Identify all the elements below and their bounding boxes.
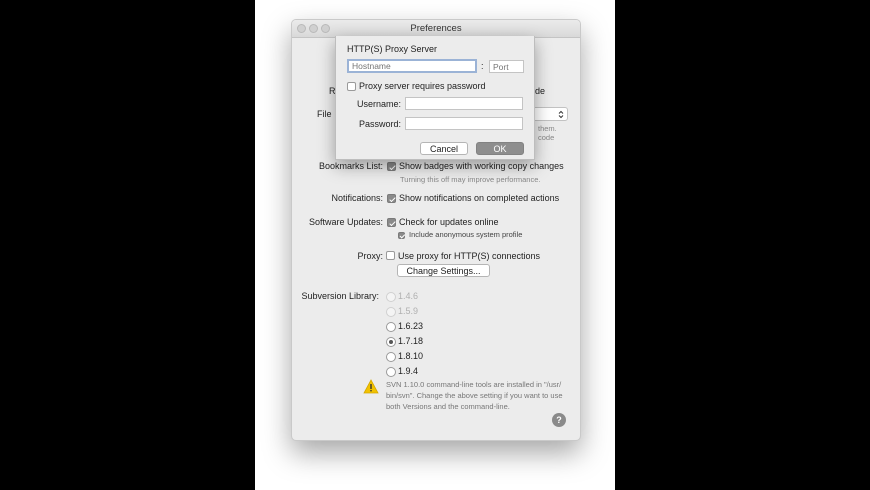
bookmarks-badges-checkbox[interactable] — [387, 162, 396, 171]
subversion-library-label: Subversion Library: — [301, 291, 379, 301]
popup-button-partial[interactable] — [530, 107, 568, 121]
proxy-label: Proxy: — [357, 251, 383, 261]
bookmarks-hint: Turning this off may improve performance… — [400, 175, 541, 184]
svn-version-label: 1.9.4 — [398, 366, 419, 376]
partial-text-them: them. — [538, 124, 557, 133]
svn-version-radio — [386, 292, 396, 302]
svn-version-label: 1.5.9 — [398, 306, 419, 316]
change-settings-button[interactable]: Change Settings... — [397, 264, 490, 277]
svn-warning-line-2: bin/svn". Change the above setting if yo… — [386, 391, 563, 400]
use-proxy-option: Use proxy for HTTP(S) connections — [398, 251, 541, 261]
warning-icon — [363, 379, 379, 394]
window-title: Preferences — [410, 23, 462, 34]
svn-version-radio[interactable] — [386, 337, 396, 347]
username-input[interactable] — [405, 97, 523, 110]
svn-version-label: 1.6.23 — [398, 321, 424, 331]
svn-version-radio[interactable] — [386, 352, 396, 362]
use-proxy-checkbox[interactable] — [386, 251, 395, 260]
port-input[interactable] — [489, 60, 524, 73]
svn-warning-line-3: both Versions and the command-line. — [386, 402, 510, 411]
file-label-partial: File — [317, 109, 332, 119]
svn-version-label: 1.7.18 — [398, 336, 424, 346]
notifications-label: Notifications: — [331, 193, 383, 203]
partial-text-code: code — [538, 133, 555, 142]
svn-version-radio[interactable] — [386, 322, 396, 332]
notifications-checkbox[interactable] — [387, 194, 396, 203]
hostname-input[interactable] — [347, 59, 477, 73]
check-updates-checkbox[interactable] — [387, 218, 396, 227]
cancel-button[interactable]: Cancel — [420, 142, 468, 155]
requires-password-checkbox[interactable] — [347, 82, 356, 91]
proxy-server-sheet: HTTP(S) Proxy Server : Proxy server requ… — [335, 36, 535, 160]
bookmarks-list-label: Bookmarks List: — [318, 161, 383, 171]
ok-button[interactable]: OK — [476, 142, 524, 155]
password-label: Password: — [358, 119, 401, 129]
check-updates-option: Check for updates online — [399, 217, 499, 227]
svn-version-label: 1.8.10 — [398, 351, 424, 361]
sheet-title: HTTP(S) Proxy Server — [347, 44, 438, 54]
host-port-separator: : — [481, 61, 484, 71]
svn-version-radio — [386, 307, 396, 317]
software-updates-label: Software Updates: — [308, 217, 383, 227]
requires-password-label: Proxy server requires password — [359, 81, 486, 91]
partial-text-de: de — [535, 86, 546, 96]
svn-warning-line-1: SVN 1.10.0 command-line tools are instal… — [386, 380, 562, 389]
password-input[interactable] — [405, 117, 523, 130]
anonymous-profile-checkbox[interactable] — [398, 232, 405, 239]
username-label: Username: — [356, 99, 401, 109]
anonymous-profile-option: Include anonymous system profile — [409, 230, 523, 239]
svn-version-label: 1.4.6 — [398, 291, 419, 301]
svn-version-radio[interactable] — [386, 367, 396, 377]
help-button[interactable]: ? — [552, 413, 566, 427]
notifications-option: Show notifications on completed actions — [399, 193, 560, 203]
updown-chevron-icon — [558, 110, 564, 119]
bookmarks-badges-option: Show badges with working copy changes — [399, 161, 564, 171]
